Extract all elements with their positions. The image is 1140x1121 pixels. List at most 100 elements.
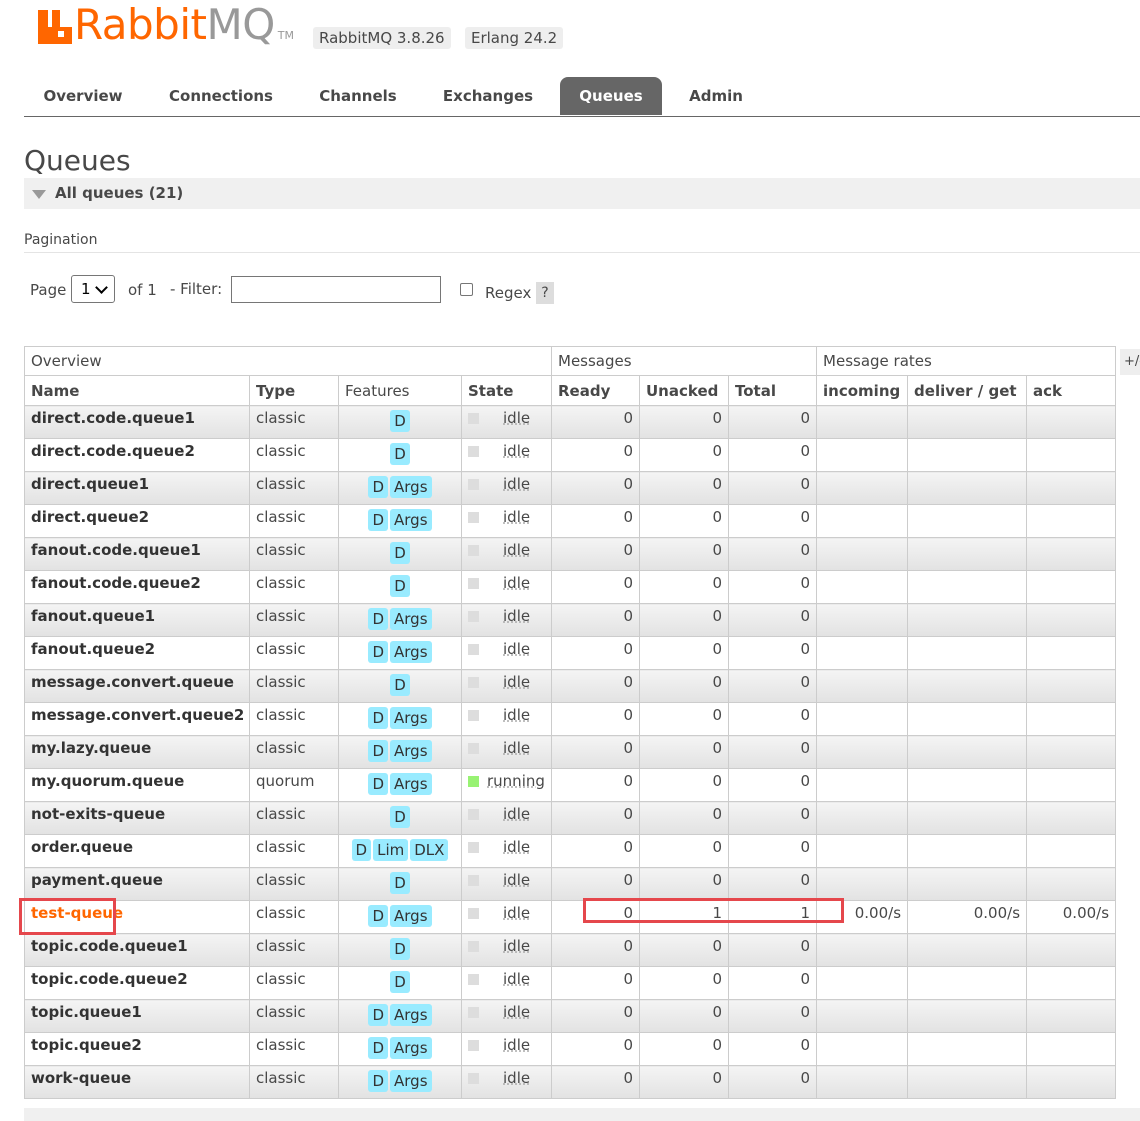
queue-type: classic (249, 999, 339, 1033)
column-header-name[interactable]: Name (24, 375, 250, 406)
feature-badge: D (390, 410, 410, 432)
queue-state: idle (461, 603, 552, 637)
state-indicator-icon (468, 842, 479, 853)
column-header-type[interactable]: Type (249, 375, 339, 406)
messages-total: 0 (727, 570, 818, 604)
add-queue-section-bar[interactable] (24, 1108, 1140, 1121)
table-row: my.lazy.queue classic D Args idle 0 0 0 (24, 735, 1117, 769)
messages-total: 0 (727, 405, 818, 439)
queue-name-link[interactable]: fanout.code.queue1 (24, 537, 250, 571)
rate-incoming (816, 735, 909, 769)
messages-unacked: 0 (639, 669, 729, 703)
rate-ack (1026, 702, 1117, 736)
messages-total: 0 (727, 801, 818, 835)
state-indicator-icon (468, 908, 479, 919)
state-label: idle (503, 1069, 531, 1087)
messages-total: 0 (727, 1032, 818, 1066)
messages-ready: 0 (551, 999, 640, 1033)
messages-ready: 0 (551, 471, 640, 505)
queue-type: classic (249, 471, 339, 505)
queue-state: idle (461, 471, 552, 505)
feature-badge: D (390, 971, 410, 993)
tab-exchanges[interactable]: Exchanges (431, 77, 545, 115)
all-queues-section-toggle[interactable]: All queues (21) (24, 178, 1140, 209)
regex-help-button[interactable]: ? (536, 282, 554, 304)
messages-total: 0 (727, 735, 818, 769)
queue-name-link[interactable]: payment.queue (24, 867, 250, 901)
regex-checkbox[interactable] (460, 283, 473, 296)
queue-name-link[interactable]: order.queue (24, 834, 250, 868)
column-header-total[interactable]: Total (727, 375, 818, 406)
feature-badge: Args (390, 905, 432, 927)
column-header-deliver-get[interactable]: deliver / get (907, 375, 1028, 406)
column-header-ack[interactable]: ack (1026, 375, 1117, 406)
queue-name-link[interactable]: direct.code.queue2 (24, 438, 250, 472)
table-row: fanout.code.queue1 classic Didle 0 0 0 (24, 537, 1117, 571)
tab-queues[interactable]: Queues (560, 77, 662, 115)
columns-toggle-button[interactable]: +/- (1120, 349, 1140, 375)
column-header-incoming[interactable]: incoming (816, 375, 909, 406)
rate-ack (1026, 867, 1117, 901)
rate-ack (1026, 735, 1117, 769)
queue-type: quorum (249, 768, 339, 802)
rate-deliver-get (907, 570, 1028, 604)
tab-channels[interactable]: Channels (307, 77, 409, 115)
queue-state: idle (461, 1065, 552, 1099)
filter-input[interactable] (231, 276, 441, 303)
queue-name-link[interactable]: fanout.queue2 (24, 636, 250, 670)
queue-name-link[interactable]: message.convert.queue (24, 669, 250, 703)
queue-name-link[interactable]: direct.queue1 (24, 471, 250, 505)
queue-features: D (338, 438, 462, 472)
queue-name-link[interactable]: not-exits-queue (24, 801, 250, 835)
queue-name-link[interactable]: topic.queue2 (24, 1032, 250, 1066)
queue-name-link[interactable]: topic.code.queue2 (24, 966, 250, 1000)
queue-state: idle (461, 702, 552, 736)
rabbitmq-logo[interactable]: Rabbit MQ TM (38, 4, 294, 46)
state-label: idle (503, 475, 531, 493)
queue-name-link[interactable]: my.lazy.queue (24, 735, 250, 769)
messages-ready: 0 (551, 735, 640, 769)
table-row: test-queue classic D Args idle 0 1 1 0.00/s 0.00/… (24, 900, 1117, 934)
queue-name-link[interactable]: work-queue (24, 1065, 250, 1099)
messages-total: 0 (727, 867, 818, 901)
feature-badge: Args (390, 1004, 432, 1026)
queue-name-link[interactable]: message.convert.queue2 (24, 702, 250, 736)
state-label: idle (503, 739, 531, 757)
rate-ack (1026, 537, 1117, 571)
group-header-messages: Messages (550, 346, 818, 376)
queue-name-link[interactable]: direct.code.queue1 (24, 405, 250, 439)
messages-unacked: 0 (639, 471, 729, 505)
queue-type: classic (249, 933, 339, 967)
queue-features: D (338, 570, 462, 604)
divider (24, 252, 1140, 253)
messages-ready: 0 (551, 405, 640, 439)
column-header-state[interactable]: State (461, 375, 552, 406)
messages-unacked: 0 (639, 867, 729, 901)
page-select[interactable]: 1 (71, 275, 115, 303)
rate-incoming (816, 768, 909, 802)
queue-name-link[interactable]: fanout.queue1 (24, 603, 250, 637)
tab-connections[interactable]: Connections (159, 77, 283, 115)
queue-type: classic (249, 867, 339, 901)
column-header-ready[interactable]: Ready (551, 375, 640, 406)
rate-deliver-get (907, 405, 1028, 439)
queue-features: D Args (338, 1032, 462, 1066)
column-header-unacked[interactable]: Unacked (639, 375, 729, 406)
queue-name-link[interactable]: direct.queue2 (24, 504, 250, 538)
table-row: work-queue classic D Args idle 0 0 0 (24, 1065, 1117, 1099)
queue-name-link[interactable]: topic.code.queue1 (24, 933, 250, 967)
table-row: direct.code.queue2 classic Didle 0 0 0 (24, 438, 1117, 472)
messages-total: 0 (727, 438, 818, 472)
rate-incoming (816, 603, 909, 637)
queue-state: idle (461, 801, 552, 835)
messages-unacked: 0 (639, 636, 729, 670)
queue-name-link[interactable]: topic.queue1 (24, 999, 250, 1033)
queue-features: D Args (338, 702, 462, 736)
queue-name-link[interactable]: fanout.code.queue2 (24, 570, 250, 604)
tab-overview[interactable]: Overview (31, 77, 135, 115)
rate-ack (1026, 933, 1117, 967)
tab-admin[interactable]: Admin (680, 77, 752, 115)
queue-name-link[interactable]: my.quorum.queue (24, 768, 250, 802)
rate-ack (1026, 966, 1117, 1000)
feature-badge: D (390, 806, 410, 828)
